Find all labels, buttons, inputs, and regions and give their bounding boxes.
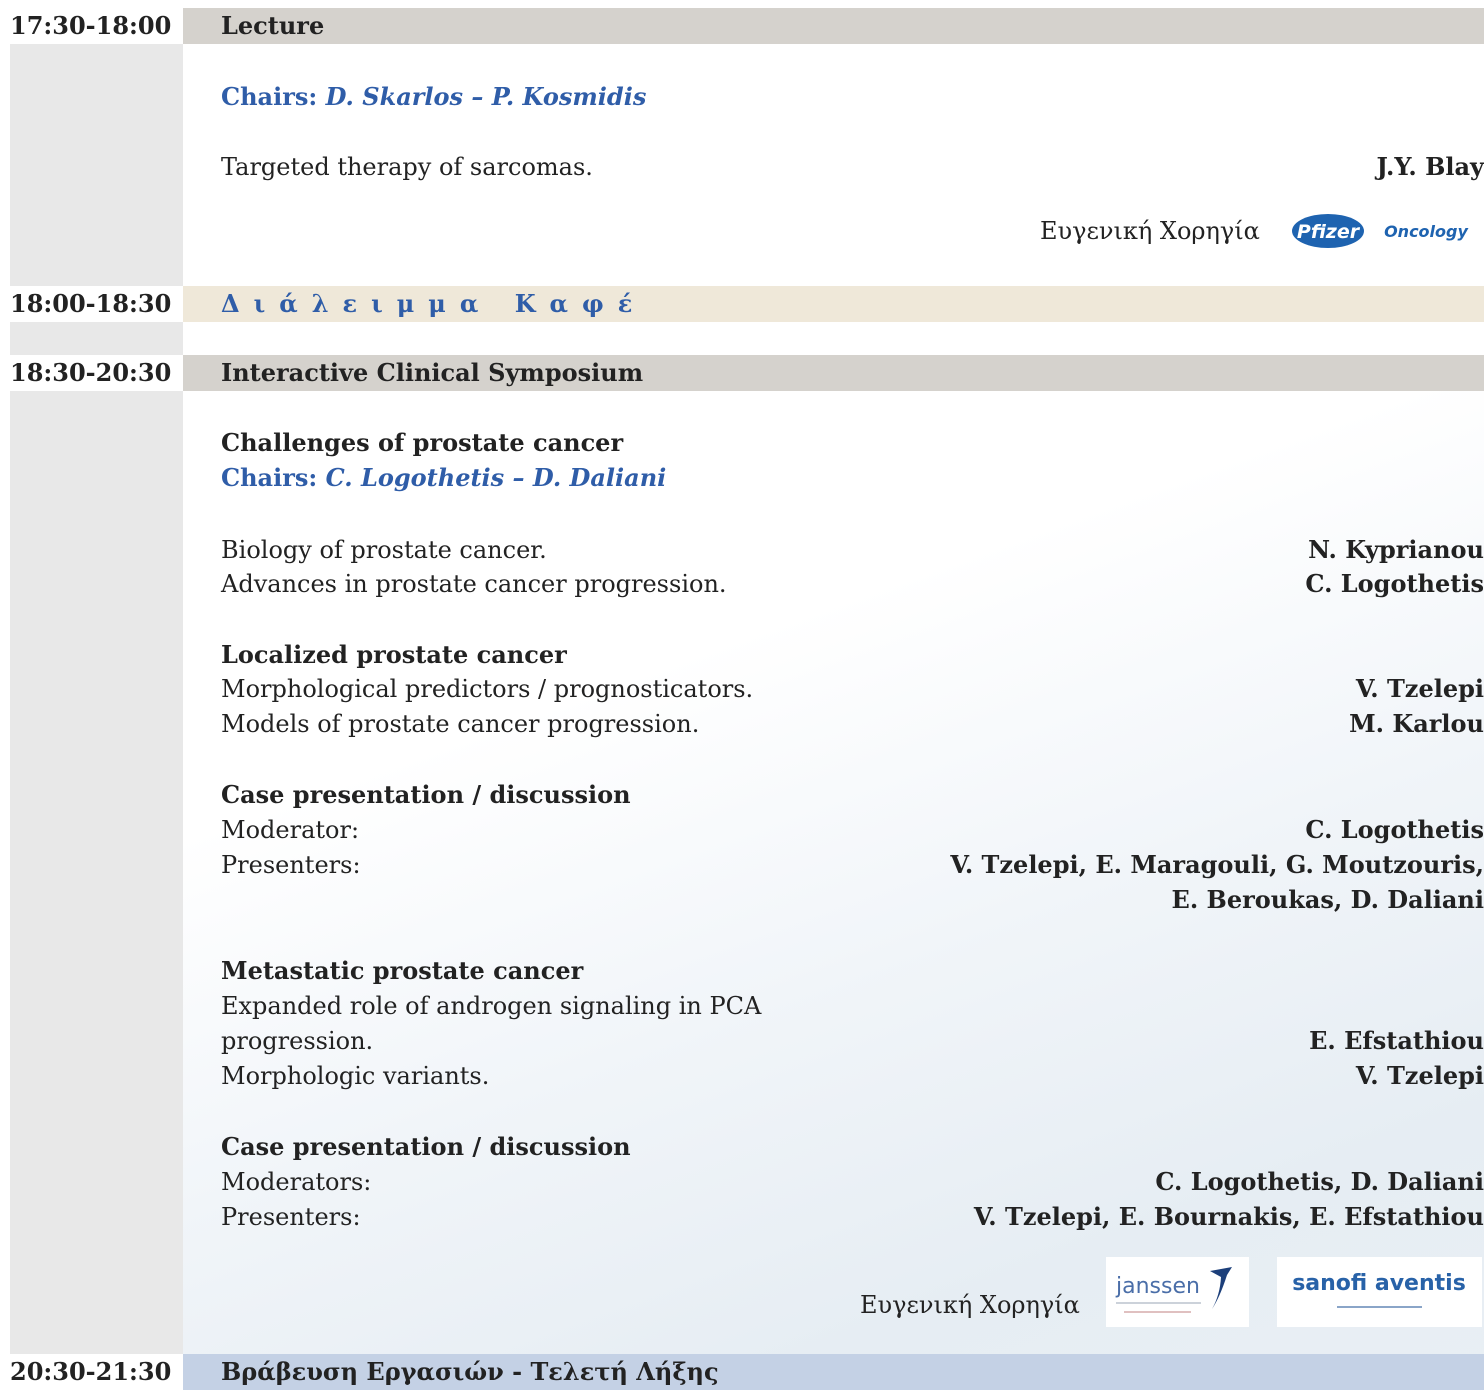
moderators-names: C. Logothetis, D. Daliani [1155,1167,1484,1196]
talk-title: Biology of prostate cancer. [221,536,547,564]
session-title-coffee: Διάλειμμα Καφέ [221,289,647,318]
presenters-names: V. Tzelepi, E. Bournakis, E. Efstathiou [973,1202,1484,1231]
chairs-names: C. Logothetis – D. Daliani [325,463,667,492]
session-title-lecture: Lecture [221,11,325,40]
sponsor-label: Ευγενική Χορηγία [1040,217,1260,245]
time-column-background [10,8,183,1390]
talk-title: Morphological predictors / prognosticato… [221,675,754,703]
pfizer-oncology-logo: Pfizer Oncology [1290,212,1480,250]
section-heading-case1: Case presentation / discussion [221,780,631,809]
talk-speaker: V. Tzelepi [1355,1061,1484,1090]
talk-speaker: M. Karlou [1349,709,1484,738]
sponsor-label: Ευγενική Χορηγία [860,1291,1080,1319]
moderators-label: Moderators: [221,1168,372,1196]
section-heading-metastatic: Metastatic prostate cancer [221,956,584,985]
talk-title: Targeted therapy of sarcomas. [221,153,593,181]
section-heading-localized: Localized prostate cancer [221,640,567,669]
session-title-symposium: Interactive Clinical Symposium [221,358,644,387]
talk-speaker: E. Efstathiou [1309,1026,1484,1055]
talk-title: Advances in prostate cancer progression. [221,570,727,598]
talk-title: Morphologic variants. [221,1062,490,1090]
session-time-lecture: 17:30-18:00 [10,11,172,40]
talk-speaker: N. Kyprianou [1308,535,1484,564]
lecture-chairs: Chairs: D. Skarlos – P. Kosmidis [221,81,646,113]
janssen-logo-text: janssen [1115,1274,1200,1299]
sanofi-logo-text: sanofi aventis [1292,1271,1466,1296]
session-time-coffee: 18:00-18:30 [10,289,172,318]
presenters-names: E. Beroukas, D. Daliani [1171,885,1484,914]
session-time-symposium: 18:30-20:30 [10,358,172,387]
symposium-chairs: Chairs: C. Logothetis – D. Daliani [221,462,666,494]
session-title-awards: Βράβευση Εργασιών - Τελετή Λήξης [221,1357,719,1386]
janssen-logo: janssen [1106,1257,1249,1327]
moderator-name: C. Logothetis [1305,815,1484,844]
symposium-heading: Challenges of prostate cancer [221,428,624,457]
chairs-label: Chairs: [221,82,318,111]
presenters-label: Presenters: [221,851,361,879]
oncology-logo-text: Oncology [1384,222,1468,241]
pfizer-logo-text: Pfizer [1297,221,1361,243]
moderator-label: Moderator: [221,816,360,844]
talk-speaker: C. Logothetis [1305,569,1484,598]
session-time-awards: 20:30-21:30 [10,1357,172,1386]
presenters-label: Presenters: [221,1203,361,1231]
talk-title: Expanded role of androgen signaling in P… [221,992,762,1020]
talk-speaker: J.Y. Blay [1376,152,1484,181]
talk-title: Models of prostate cancer progression. [221,710,700,738]
chairs-names: D. Skarlos – P. Kosmidis [325,82,647,111]
section-heading-case2: Case presentation / discussion [221,1132,631,1161]
presenters-names: V. Tzelepi, E. Maragouli, G. Moutzouris, [950,850,1484,879]
chairs-label: Chairs: [221,463,318,492]
talk-title: progression. [221,1027,374,1055]
talk-speaker: V. Tzelepi [1355,674,1484,703]
sanofi-aventis-logo: sanofi aventis [1277,1257,1482,1327]
session-band-lecture [183,8,1484,44]
